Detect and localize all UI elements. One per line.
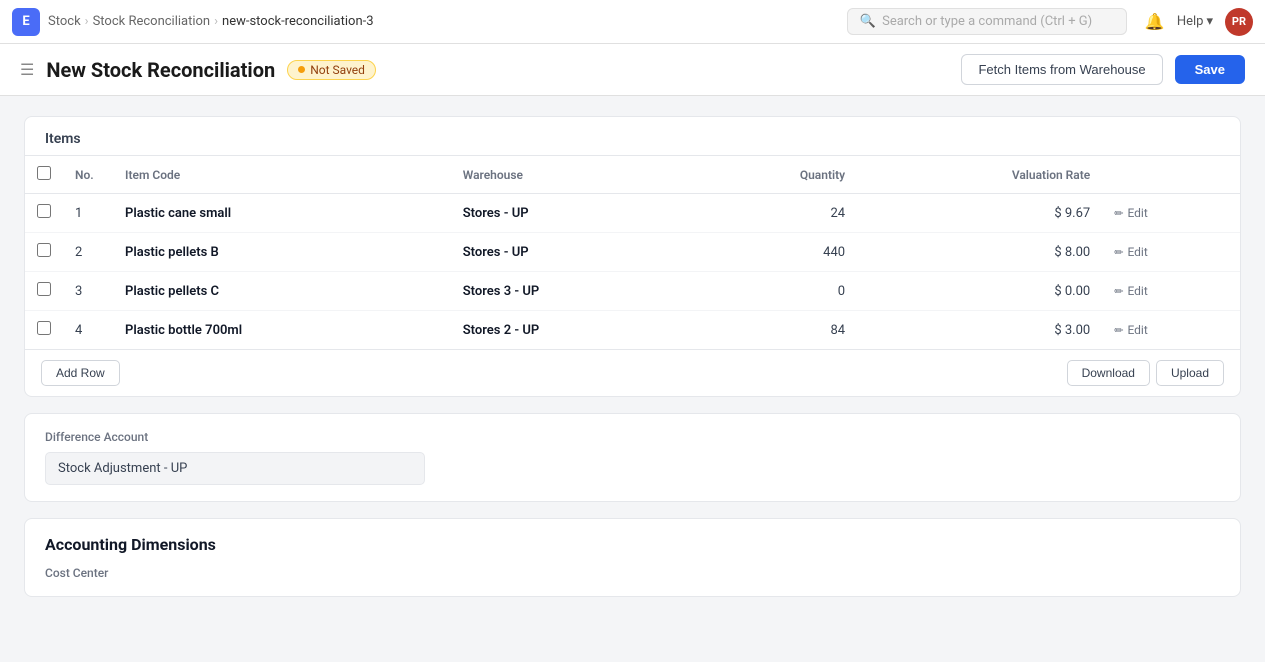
row-checkbox-1[interactable]	[37, 204, 51, 218]
pencil-icon-2: ✏	[1114, 246, 1123, 259]
topbar: E Stock › Stock Reconciliation › new-sto…	[0, 0, 1265, 44]
row-quantity-2: 440	[691, 233, 857, 272]
status-label: Not Saved	[310, 63, 365, 77]
table-footer-right: Download Upload	[1067, 360, 1224, 386]
upload-button[interactable]: Upload	[1156, 360, 1224, 386]
difference-account-input[interactable]: Stock Adjustment - UP	[45, 452, 425, 485]
cost-center-label: Cost Center	[45, 566, 1220, 580]
col-header-no: No.	[63, 156, 113, 194]
row-edit-cell-3: ✏ Edit	[1102, 272, 1240, 311]
row-valuation-rate-2: $ 8.00	[857, 233, 1102, 272]
edit-button-2[interactable]: ✏ Edit	[1114, 245, 1228, 259]
row-warehouse-4: Stores 2 - UP	[451, 311, 692, 350]
edit-button-3[interactable]: ✏ Edit	[1114, 284, 1228, 298]
add-row-button[interactable]: Add Row	[41, 360, 120, 386]
save-button[interactable]: Save	[1175, 55, 1245, 84]
select-all-checkbox[interactable]	[37, 166, 51, 180]
row-quantity-4: 84	[691, 311, 857, 350]
help-button[interactable]: Help ▾	[1177, 14, 1213, 29]
row-edit-cell-2: ✏ Edit	[1102, 233, 1240, 272]
row-edit-cell-4: ✏ Edit	[1102, 311, 1240, 350]
notification-bell-icon[interactable]: 🔔	[1145, 12, 1165, 31]
accounting-dimensions-title: Accounting Dimensions	[45, 535, 1220, 554]
difference-account-section: Difference Account Stock Adjustment - UP	[25, 414, 1240, 501]
pencil-icon-3: ✏	[1114, 285, 1123, 298]
row-valuation-rate-3: $ 0.00	[857, 272, 1102, 311]
row-checkbox-4[interactable]	[37, 321, 51, 335]
row-valuation-rate-1: $ 9.67	[857, 194, 1102, 233]
items-table: No. Item Code Warehouse Quantity Valuati…	[25, 155, 1240, 349]
table-row: 2 Plastic pellets B Stores - UP 440 $ 8.…	[25, 233, 1240, 272]
search-placeholder: Search or type a command (Ctrl + G)	[882, 14, 1092, 29]
row-warehouse-2: Stores - UP	[451, 233, 692, 272]
status-badge: Not Saved	[287, 60, 376, 80]
main-content: Items No. Item Code Warehouse Quantity V…	[0, 96, 1265, 633]
search-icon: 🔍	[860, 14, 876, 29]
breadcrumb-current: new-stock-reconciliation-3	[222, 14, 374, 29]
table-footer: Add Row Download Upload	[25, 349, 1240, 396]
row-no-1: 1	[63, 194, 113, 233]
pencil-icon-1: ✏	[1114, 207, 1123, 220]
breadcrumb-sep-2: ›	[214, 14, 218, 29]
breadcrumb: Stock › Stock Reconciliation › new-stock…	[48, 14, 374, 29]
col-header-quantity: Quantity	[691, 156, 857, 194]
row-item-code-3: Plastic pellets C	[113, 272, 451, 311]
row-quantity-3: 0	[691, 272, 857, 311]
hamburger-icon[interactable]: ☰	[20, 60, 34, 79]
table-row: 1 Plastic cane small Stores - UP 24 $ 9.…	[25, 194, 1240, 233]
row-valuation-rate-4: $ 3.00	[857, 311, 1102, 350]
row-checkbox-cell-1	[25, 194, 63, 233]
difference-account-label: Difference Account	[45, 430, 1220, 444]
row-checkbox-2[interactable]	[37, 243, 51, 257]
items-section-title: Items	[25, 117, 1240, 155]
search-bar[interactable]: 🔍 Search or type a command (Ctrl + G)	[847, 8, 1127, 35]
status-dot	[298, 66, 305, 73]
row-edit-cell-1: ✏ Edit	[1102, 194, 1240, 233]
breadcrumb-stock-reconciliation[interactable]: Stock Reconciliation	[93, 14, 211, 29]
row-item-code-2: Plastic pellets B	[113, 233, 451, 272]
col-header-checkbox	[25, 156, 63, 194]
row-warehouse-1: Stores - UP	[451, 194, 692, 233]
col-header-actions	[1102, 156, 1240, 194]
row-checkbox-cell-4	[25, 311, 63, 350]
accounting-dimensions-section: Accounting Dimensions Cost Center	[25, 519, 1240, 596]
accounting-dimensions-card: Accounting Dimensions Cost Center	[24, 518, 1241, 597]
col-header-item-code: Item Code	[113, 156, 451, 194]
row-no-4: 4	[63, 311, 113, 350]
row-no-2: 2	[63, 233, 113, 272]
row-item-code-1: Plastic cane small	[113, 194, 451, 233]
pencil-icon-4: ✏	[1114, 324, 1123, 337]
items-card: Items No. Item Code Warehouse Quantity V…	[24, 116, 1241, 397]
page-title: New Stock Reconciliation	[46, 58, 275, 82]
row-warehouse-3: Stores 3 - UP	[451, 272, 692, 311]
table-row: 4 Plastic bottle 700ml Stores 2 - UP 84 …	[25, 311, 1240, 350]
table-row: 3 Plastic pellets C Stores 3 - UP 0 $ 0.…	[25, 272, 1240, 311]
row-checkbox-cell-2	[25, 233, 63, 272]
col-header-warehouse: Warehouse	[451, 156, 692, 194]
fetch-items-button[interactable]: Fetch Items from Warehouse	[961, 54, 1162, 85]
edit-button-1[interactable]: ✏ Edit	[1114, 206, 1228, 220]
avatar[interactable]: PR	[1225, 8, 1253, 36]
chevron-down-icon: ▾	[1206, 14, 1213, 29]
row-quantity-1: 24	[691, 194, 857, 233]
row-item-code-4: Plastic bottle 700ml	[113, 311, 451, 350]
difference-account-card: Difference Account Stock Adjustment - UP	[24, 413, 1241, 502]
download-button[interactable]: Download	[1067, 360, 1150, 386]
breadcrumb-stock[interactable]: Stock	[48, 14, 81, 29]
page-header: ☰ New Stock Reconciliation Not Saved Fet…	[0, 44, 1265, 96]
row-checkbox-cell-3	[25, 272, 63, 311]
app-logo[interactable]: E	[12, 8, 40, 36]
topbar-actions: 🔔 Help ▾ PR	[1145, 8, 1253, 36]
row-no-3: 3	[63, 272, 113, 311]
breadcrumb-sep-1: ›	[85, 14, 89, 29]
col-header-valuation-rate: Valuation Rate	[857, 156, 1102, 194]
edit-button-4[interactable]: ✏ Edit	[1114, 323, 1228, 337]
row-checkbox-3[interactable]	[37, 282, 51, 296]
